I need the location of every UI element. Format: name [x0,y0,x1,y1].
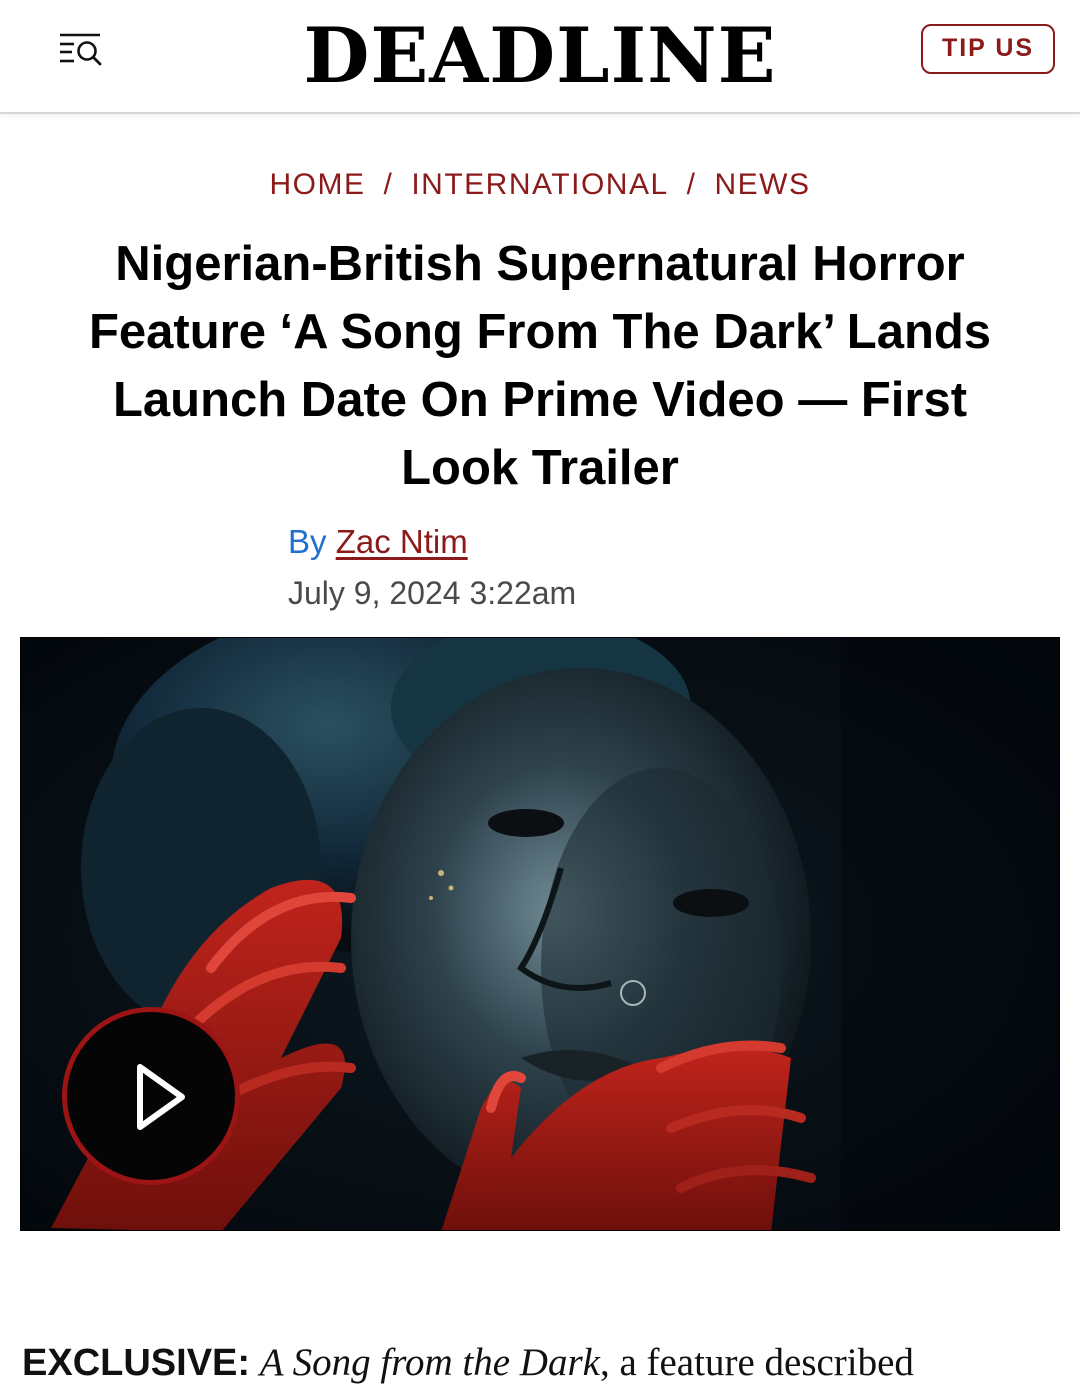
play-icon [137,1064,185,1130]
video-player[interactable] [20,637,1060,1231]
article-lede: EXCLUSIVE: A Song from the Dark, a featu… [22,1335,1072,1391]
breadcrumb-news[interactable]: NEWS [715,168,811,201]
tip-us-button[interactable]: TIP US [921,24,1055,74]
headline-line: Nigerian-British Supernatural Horror [115,237,965,291]
headline-line: Feature ‘A Song From The Dark’ Lands [88,305,992,359]
author-link[interactable]: Zac Ntim [336,523,468,560]
breadcrumb-separator: / [686,168,697,201]
lede-film-title: A Song from the Dark [259,1341,600,1384]
top-navigation-bar: DEADLINE TIP US [0,0,1080,114]
play-button[interactable] [62,1007,240,1185]
site-logo[interactable]: DEADLINE [0,8,1080,104]
lede-text: , a feature described [599,1341,914,1384]
headline-line: Launch Date On Prime Video — First [112,373,968,427]
breadcrumb-international[interactable]: INTERNATIONAL [411,168,668,201]
article-headline: Nigerian-British Supernatural Horror Fea… [40,230,1040,502]
menu-search-icon[interactable] [56,30,104,70]
breadcrumb-separator: / [383,168,394,201]
breadcrumb-home[interactable]: HOME [270,168,366,201]
byline: By Zac Ntim [288,520,468,564]
publish-date: July 9, 2024 3:22am [288,575,577,611]
exclusive-tag: EXCLUSIVE: [22,1342,251,1384]
breadcrumb: HOME / INTERNATIONAL / NEWS [0,164,1080,206]
byline-prefix: By [288,523,327,560]
headline-line: Look Trailer [401,441,679,495]
